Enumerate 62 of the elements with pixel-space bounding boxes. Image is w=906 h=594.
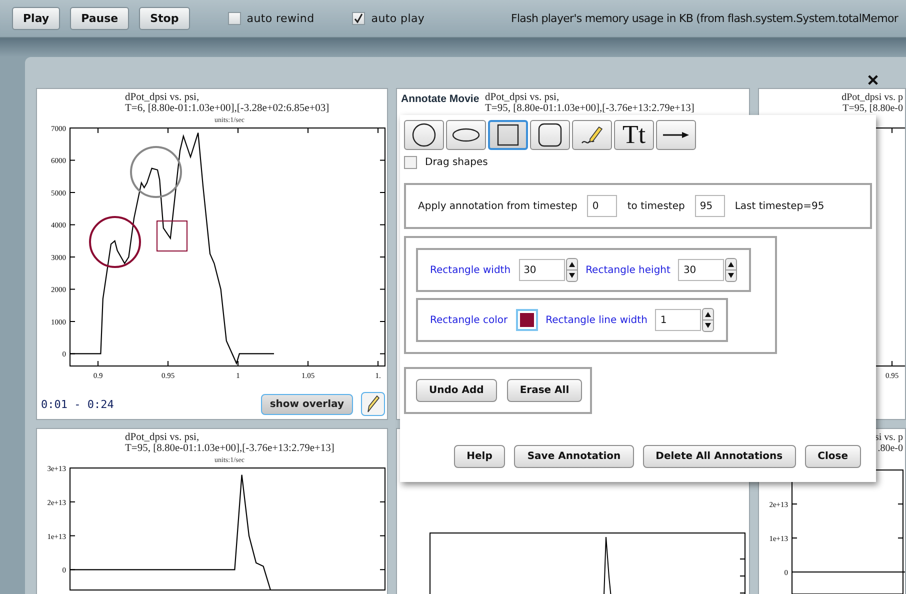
arrow-icon <box>662 131 690 139</box>
memory-usage-label: Flash player's memory usage in KB (from flash.system.System.totalMemor <box>511 12 898 25</box>
plot-title: T=95, [8.80e-01:1.03e+00],[-3.76e+13:2.79e+13] <box>125 443 334 454</box>
square-icon <box>497 124 519 146</box>
annotation-circle[interactable] <box>89 216 141 268</box>
from-timestep-field[interactable]: 0 <box>587 195 618 217</box>
field-label: to timestep <box>627 200 685 212</box>
checkbox-label: Drag shapes <box>425 157 488 168</box>
ellipse-tool-button[interactable] <box>446 120 486 150</box>
plot-title: T=6, [8.80e-01:1.03e+00],[-3.28e+02:6.85e+03] <box>125 103 330 114</box>
toolbar-button[interactable]: Pause <box>70 7 130 30</box>
rounded-square-icon <box>538 123 562 147</box>
annotation-circle[interactable] <box>130 146 182 198</box>
plot-title: .80e-0 <box>878 443 903 454</box>
rounded-tool-button[interactable] <box>530 120 570 150</box>
field-label: Apply annotation from timestep <box>418 200 578 212</box>
annotation-rectangle[interactable] <box>156 220 188 252</box>
property-label: Rectangle color <box>430 314 508 326</box>
plot-title: dPot_dpsi vs. psi, <box>485 92 560 103</box>
plot-title: dPot_dpsi vs. psi, <box>125 432 200 443</box>
show-overlay-button[interactable]: show overlay <box>260 394 353 414</box>
edit-button[interactable]: Erase All <box>506 379 582 402</box>
dialog-button[interactable]: Help <box>454 445 506 468</box>
pencil-tool-button[interactable] <box>572 120 612 150</box>
checkbox[interactable] <box>352 12 366 25</box>
time-range: 0:01 - 0:24 <box>41 398 114 410</box>
spinner-arrows-icon[interactable] <box>725 258 738 282</box>
to-timestep-field[interactable]: 95 <box>694 195 725 217</box>
dialog-title: Annotate Movie <box>401 93 480 105</box>
property-label: Rectangle line width <box>546 314 648 326</box>
checkbox-label: auto rewind <box>246 12 314 25</box>
color-picker[interactable] <box>516 309 538 331</box>
ellipse-icon <box>451 128 481 142</box>
dialog-button[interactable]: Delete All Annotations <box>642 445 796 468</box>
checkbox[interactable] <box>404 156 417 169</box>
checkbox-label: auto play <box>371 12 425 25</box>
edit-button[interactable]: Undo Add <box>416 379 497 402</box>
toolbar-button[interactable]: Stop <box>139 7 190 30</box>
close-icon[interactable] <box>867 74 879 86</box>
plot-title: T=95, [8.80e-01:1.03e+00],[-3.76e+13:2.79e+13] <box>485 103 694 114</box>
property-label: Rectangle height <box>586 264 670 276</box>
plot-title: dPot_dpsi vs. p <box>842 92 903 103</box>
annotate-button[interactable] <box>361 392 385 416</box>
plot-title: T=95, [8.80e-0 <box>842 103 903 114</box>
text-tool-button[interactable]: Tt <box>614 120 654 150</box>
spinner-arrows-icon[interactable] <box>702 308 714 332</box>
number-field[interactable]: 1 <box>655 309 702 331</box>
last-timestep-label: Last timestep=95 <box>734 200 824 212</box>
checkbox[interactable] <box>228 12 241 25</box>
dialog-button[interactable]: Save Annotation <box>514 445 634 468</box>
toolbar-button[interactable]: Play <box>12 7 60 30</box>
number-field[interactable]: 30 <box>518 259 565 281</box>
circle-icon <box>411 122 437 148</box>
dialog-button[interactable]: Close <box>804 445 861 468</box>
rectangle-tool-button[interactable] <box>488 120 528 150</box>
plot-title: dPot_dpsi vs. psi, <box>125 92 200 103</box>
property-label: Rectangle width <box>430 264 511 276</box>
arrow-tool-button[interactable] <box>656 120 696 150</box>
spinner-arrows-icon[interactable] <box>566 258 578 282</box>
pencil-icon <box>366 394 380 414</box>
circle-tool-button[interactable] <box>404 120 444 150</box>
number-field[interactable]: 30 <box>678 259 724 281</box>
